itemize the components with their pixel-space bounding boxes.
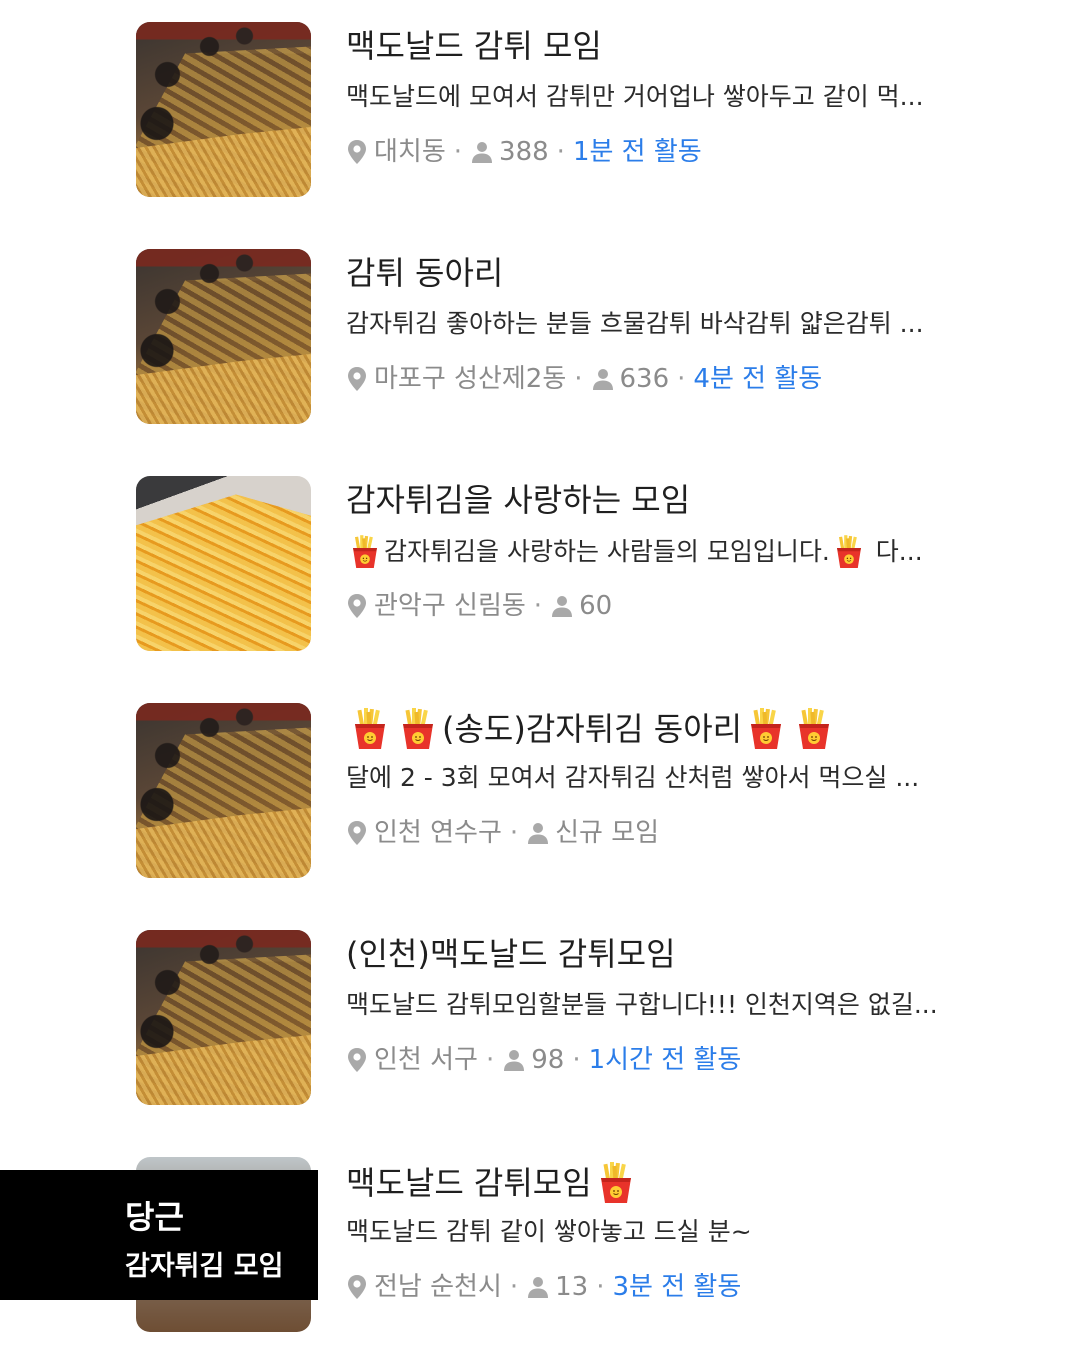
pin-icon	[346, 366, 368, 392]
group-members: 636	[619, 364, 670, 394]
group-description: 맥도날드 감튀 같이 쌓아놓고 드실 분~	[346, 1217, 752, 1246]
group-item[interactable]: 감자튀김을 사랑하는 모임 감자튀김을 사랑하는 사람들의 모임입니다. 다..…	[136, 476, 956, 652]
french-fries-icon	[596, 1161, 636, 1205]
group-location: 인천 연수구	[374, 818, 502, 848]
separator-dot: ·	[509, 818, 519, 848]
french-fries-icon	[794, 707, 834, 751]
group-activity: 3분 전 활동	[612, 1272, 742, 1302]
group-meta: 인천 연수구 · 신규 모임	[346, 815, 659, 851]
french-fries-icon	[349, 534, 381, 570]
group-title: 맥도날드 감튀모임	[346, 1161, 640, 1205]
group-description-text: 감자튀김을 사랑하는 사람들의 모임입니다.	[384, 537, 830, 566]
group-title: (송도)감자튀김 동아리	[346, 707, 838, 751]
group-thumbnail	[136, 703, 311, 878]
group-thumbnail	[136, 249, 311, 424]
person-icon	[470, 140, 494, 164]
separator-dot: ·	[677, 364, 686, 394]
group-location: 대치동	[374, 137, 446, 167]
separator-dot: ·	[485, 1045, 495, 1075]
group-location: 인천 서구	[374, 1045, 478, 1075]
french-fries-icon	[833, 534, 865, 570]
pin-icon	[346, 820, 368, 846]
separator-dot: ·	[509, 1272, 519, 1302]
caption-overlay: 당근 감자튀김 모임	[0, 1170, 318, 1300]
french-fries-icon	[398, 707, 438, 751]
group-thumbnail	[136, 476, 311, 651]
pin-icon	[346, 593, 368, 619]
person-icon	[502, 1048, 526, 1072]
group-title: 감자튀김을 사랑하는 모임	[346, 481, 691, 519]
group-location: 마포구 성산제2동	[374, 364, 567, 394]
group-item[interactable]: (송도)감자튀김 동아리 달에 2 - 3회 모여서 감자튀김 산처럼 쌓아서 …	[136, 703, 956, 879]
group-title: 감튀 동아리	[346, 254, 504, 292]
separator-dot: ·	[533, 591, 543, 621]
separator-dot: ·	[453, 137, 463, 167]
french-fries-icon	[746, 707, 786, 751]
person-icon	[526, 1275, 550, 1299]
group-members: 13	[555, 1272, 589, 1302]
group-meta: 전남 순천시 · 13 · 3분 전 활동	[346, 1269, 741, 1305]
group-activity: 1시간 전 활동	[588, 1045, 742, 1075]
group-description: 맥도날드 감튀모임할분들 구합니다!!! 인천지역은 없길...	[346, 990, 938, 1019]
group-location: 전남 순천시	[374, 1272, 502, 1302]
group-item[interactable]: 감튀 동아리 감자튀김 좋아하는 분들 흐물감튀 바삭감튀 얇은감튀 ... 마…	[136, 249, 956, 425]
group-new-badge: 신규 모임	[555, 818, 660, 848]
caption-subtitle: 감자튀김 모임	[125, 1251, 284, 1282]
separator-dot: ·	[574, 364, 583, 394]
group-description-tail: 다...	[875, 537, 923, 566]
caption-title: 당근	[125, 1198, 184, 1236]
separator-dot: ·	[572, 1045, 581, 1075]
group-title: (인천)맥도날드 감튀모임	[346, 935, 676, 973]
group-item[interactable]: (인천)맥도날드 감튀모임 맥도날드 감튀모임할분들 구합니다!!! 인천지역은…	[136, 930, 956, 1106]
group-activity: 4분 전 활동	[693, 364, 823, 394]
french-fries-icon	[350, 707, 390, 751]
group-description: 감자튀김 좋아하는 분들 흐물감튀 바삭감튀 얇은감튀 ...	[346, 309, 924, 338]
group-members: 60	[579, 591, 613, 621]
group-meta: 인천 서구 · 98 · 1시간 전 활동	[346, 1042, 741, 1078]
group-meta: 대치동 · 388 · 1분 전 활동	[346, 134, 702, 170]
person-icon	[550, 594, 574, 618]
group-description: 맥도날드에 모여서 감튀만 거어업나 쌓아두고 같이 먹...	[346, 82, 924, 111]
separator-dot: ·	[556, 137, 565, 167]
group-title-text: (송도)감자튀김 동아리	[442, 710, 743, 748]
group-meta: 마포구 성산제2동 · 636 · 4분 전 활동	[346, 361, 822, 397]
pin-icon	[346, 1047, 368, 1073]
group-members: 98	[531, 1045, 565, 1075]
group-members: 388	[499, 137, 549, 167]
group-thumbnail	[136, 22, 311, 197]
person-icon	[526, 821, 550, 845]
group-title-text: 맥도날드 감튀모임	[346, 1164, 592, 1202]
person-icon	[591, 367, 615, 391]
group-description: 감자튀김을 사랑하는 사람들의 모임입니다. 다...	[346, 534, 923, 570]
pin-icon	[346, 1274, 368, 1300]
separator-dot: ·	[596, 1272, 605, 1302]
group-meta: 관악구 신림동 · 60	[346, 588, 612, 624]
group-item[interactable]: 맥도날드 감튀 모임 맥도날드에 모여서 감튀만 거어업나 쌓아두고 같이 먹.…	[136, 22, 956, 198]
pin-icon	[346, 139, 368, 165]
group-thumbnail	[136, 930, 311, 1105]
group-activity: 1분 전 활동	[572, 137, 702, 167]
group-location: 관악구 신림동	[374, 591, 526, 621]
group-title: 맥도날드 감튀 모임	[346, 27, 602, 65]
group-description: 달에 2 - 3회 모여서 감자튀김 산처럼 쌓아서 먹으실 ...	[346, 763, 920, 792]
